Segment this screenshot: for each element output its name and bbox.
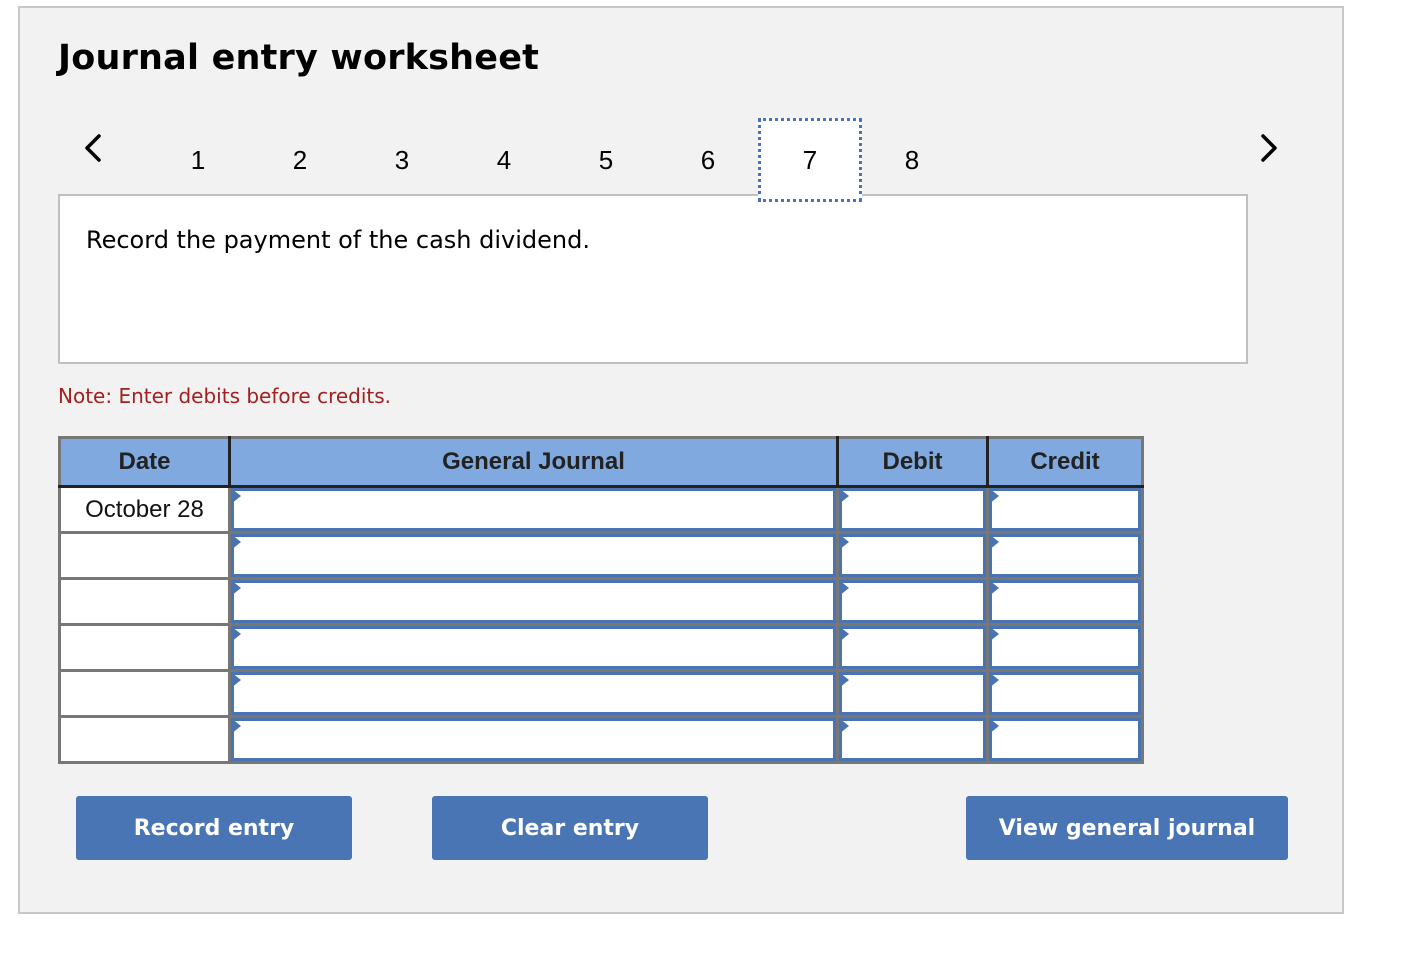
prev-button[interactable]: [78, 128, 108, 168]
input-marker-icon: [231, 626, 241, 642]
date-cell: [58, 623, 231, 672]
credit-input[interactable]: [989, 580, 1141, 623]
column-header-date: Date: [59, 437, 230, 488]
debit-input[interactable]: [839, 580, 986, 623]
input-marker-icon: [231, 672, 241, 688]
credit-input[interactable]: [989, 626, 1141, 669]
credit-input[interactable]: [989, 534, 1141, 577]
date-cell: [58, 669, 231, 718]
journal-table: Date General Journal Debit Credit Octobe…: [58, 436, 1144, 764]
account-cell: [228, 485, 839, 534]
debit-cell: [836, 531, 989, 580]
debit-cell: [836, 623, 989, 672]
account-input[interactable]: [231, 718, 836, 761]
credit-input[interactable]: [989, 488, 1141, 531]
table-row: [58, 715, 1144, 764]
table-row: October 28: [58, 485, 1144, 534]
debit-input[interactable]: [839, 626, 986, 669]
debit-input[interactable]: [839, 672, 986, 715]
account-input[interactable]: [231, 672, 836, 715]
account-input[interactable]: [231, 626, 836, 669]
input-marker-icon: [231, 534, 241, 550]
credit-cell: [986, 715, 1144, 764]
table-row: [58, 623, 1144, 672]
credit-cell: [986, 669, 1144, 718]
debit-cell: [836, 669, 989, 718]
view-general-journal-button[interactable]: View general journal: [966, 796, 1288, 860]
debit-input[interactable]: [839, 534, 986, 577]
credit-cell: [986, 577, 1144, 626]
step-tab-5[interactable]: 5: [554, 118, 658, 202]
step-tab-2[interactable]: 2: [248, 118, 352, 202]
debit-input[interactable]: [839, 718, 986, 761]
column-header-credit: Credit: [986, 437, 1143, 488]
input-marker-icon: [989, 672, 999, 688]
table-row: [58, 577, 1144, 626]
input-marker-icon: [839, 534, 849, 550]
step-tab-8[interactable]: 8: [860, 118, 964, 202]
note-text: Note: Enter debits before credits.: [58, 384, 392, 408]
input-marker-icon: [989, 488, 999, 504]
credit-cell: [986, 623, 1144, 672]
clear-entry-button[interactable]: Clear entry: [432, 796, 708, 860]
chevron-left-icon: [85, 134, 101, 162]
input-marker-icon: [839, 488, 849, 504]
debit-cell: [836, 577, 989, 626]
date-cell: October 28: [58, 485, 231, 534]
credit-input[interactable]: [989, 672, 1141, 715]
prompt-text: Record the payment of the cash dividend.: [86, 226, 590, 254]
account-cell: [228, 715, 839, 764]
debit-cell: [836, 715, 989, 764]
credit-cell: [986, 531, 1144, 580]
input-marker-icon: [839, 718, 849, 734]
chevron-right-icon: [1261, 134, 1277, 162]
next-button[interactable]: [1254, 128, 1284, 168]
account-input[interactable]: [231, 534, 836, 577]
step-tab-4[interactable]: 4: [452, 118, 556, 202]
step-tab-1[interactable]: 1: [146, 118, 250, 202]
account-cell: [228, 623, 839, 672]
debit-input[interactable]: [839, 488, 986, 531]
table-row: [58, 531, 1144, 580]
input-marker-icon: [839, 626, 849, 642]
date-cell: [58, 577, 231, 626]
input-marker-icon: [989, 718, 999, 734]
credit-input[interactable]: [989, 718, 1141, 761]
input-marker-icon: [989, 626, 999, 642]
step-tab-6[interactable]: 6: [656, 118, 760, 202]
date-cell: [58, 531, 231, 580]
account-cell: [228, 577, 839, 626]
account-input[interactable]: [231, 580, 836, 623]
input-marker-icon: [989, 580, 999, 596]
table-header-row: Date General Journal Debit Credit: [59, 437, 1143, 488]
input-marker-icon: [231, 488, 241, 504]
input-marker-icon: [231, 580, 241, 596]
table-row: [58, 669, 1144, 718]
account-cell: [228, 531, 839, 580]
step-tab-7[interactable]: 7: [758, 118, 862, 202]
column-header-general-journal: General Journal: [228, 437, 838, 488]
date-cell: [58, 715, 231, 764]
input-marker-icon: [839, 672, 849, 688]
page-title: Journal entry worksheet: [58, 38, 540, 78]
credit-cell: [986, 485, 1144, 534]
step-tab-3[interactable]: 3: [350, 118, 454, 202]
input-marker-icon: [989, 534, 999, 550]
prompt-box: Record the payment of the cash dividend.: [58, 194, 1248, 364]
column-header-debit: Debit: [836, 437, 988, 488]
account-input[interactable]: [231, 488, 836, 531]
account-cell: [228, 669, 839, 718]
record-entry-button[interactable]: Record entry: [76, 796, 352, 860]
input-marker-icon: [231, 718, 241, 734]
debit-cell: [836, 485, 989, 534]
input-marker-icon: [839, 580, 849, 596]
